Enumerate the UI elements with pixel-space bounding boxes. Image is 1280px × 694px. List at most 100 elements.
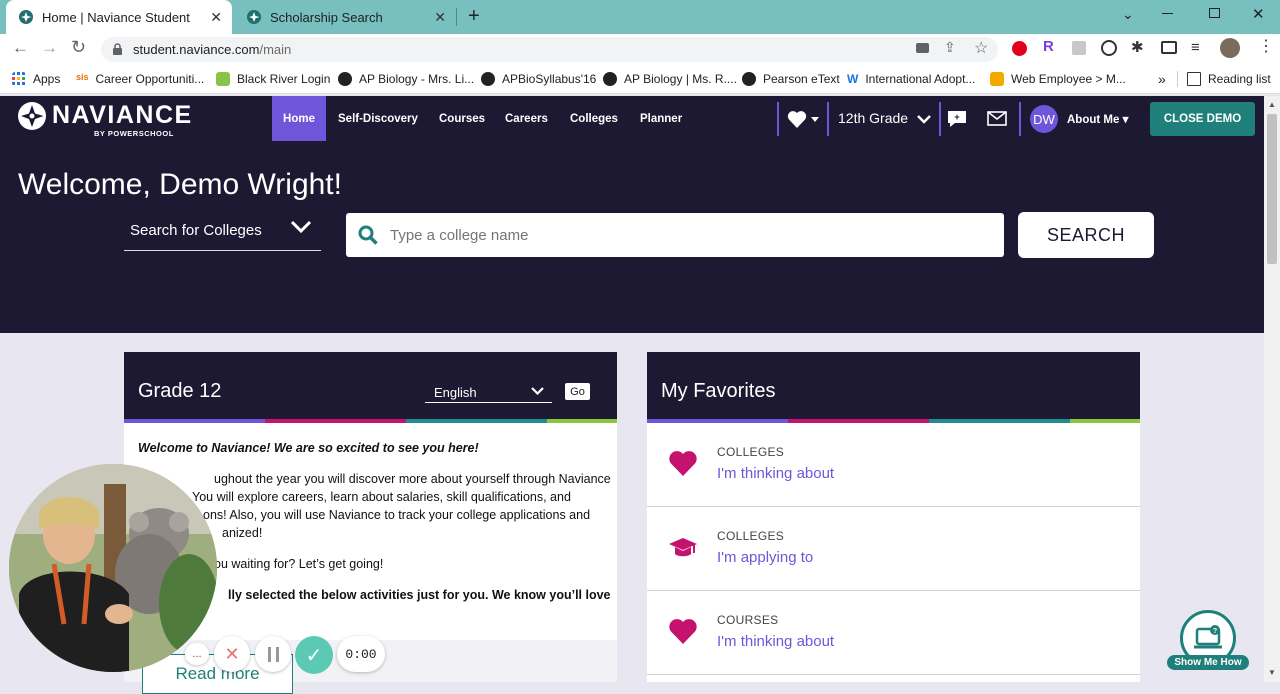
graduation-cap-icon: [669, 538, 697, 557]
finish-recording-icon[interactable]: ✓: [295, 636, 333, 674]
bookmark-pearson[interactable]: Pearson eText: [742, 64, 840, 94]
sis-favicon-icon: sis: [76, 72, 89, 82]
favorite-link[interactable]: I'm thinking about: [717, 633, 834, 650]
bookmark-label: AP Biology | Ms. R....: [624, 72, 737, 86]
bookmarks-overflow[interactable]: »: [1158, 64, 1166, 94]
restore-icon[interactable]: [1209, 8, 1220, 18]
brand-name: NAVIANCE: [52, 101, 193, 129]
mail-icon[interactable]: [987, 111, 1007, 126]
cast-icon[interactable]: [1161, 41, 1177, 54]
user-avatar[interactable]: DW: [1030, 105, 1058, 133]
apps-grid-icon: [12, 72, 25, 85]
body-line-4: anized!: [222, 526, 263, 540]
bookmark-international[interactable]: W International Adopt...: [847, 64, 975, 94]
profile-avatar[interactable]: [1220, 38, 1240, 58]
search-button[interactable]: SEARCH: [1018, 212, 1154, 258]
puzzle-icon[interactable]: ✱: [1131, 38, 1144, 56]
intro-text: Welcome to Naviance! We are so excited t…: [138, 441, 479, 455]
scroll-up-icon[interactable]: ▲: [1268, 100, 1276, 109]
heart-icon: [787, 111, 819, 128]
pause-icon[interactable]: [255, 636, 291, 672]
bookmark-career[interactable]: sis Career Opportuniti...: [76, 64, 204, 94]
tab-home[interactable]: Home | Naviance Student ✕: [6, 0, 232, 34]
grey-extension-icon[interactable]: [1072, 41, 1086, 55]
r-extension-icon[interactable]: R: [1043, 38, 1054, 55]
favorite-row[interactable]: COLLEGES I'm thinking about: [647, 423, 1140, 507]
nav-divider: [777, 102, 779, 136]
reading-list[interactable]: Reading list: [1187, 64, 1271, 94]
grade-selector[interactable]: 12th Grade: [838, 110, 908, 126]
minimize-icon[interactable]: [1162, 13, 1173, 14]
scrollbar-thumb[interactable]: [1267, 114, 1277, 264]
bookmark-label: International Adopt...: [865, 72, 976, 86]
url-host: student.naviance.com: [133, 42, 260, 57]
recorder-more-button[interactable]: ...: [185, 643, 209, 665]
bookmark-apbiosyllabus[interactable]: APBioSyllabus'16: [481, 64, 596, 94]
nav-divider: [827, 102, 829, 136]
scroll-down-icon[interactable]: ▼: [1268, 668, 1276, 677]
language-select[interactable]: English: [425, 380, 552, 403]
laptop-help-icon: ?: [1194, 625, 1222, 649]
globe-icon: [338, 72, 352, 86]
webcam-bubble[interactable]: [9, 464, 217, 672]
favorite-row[interactable]: COURSES I'm thinking about: [647, 591, 1140, 675]
favorite-category: COLLEGES: [717, 529, 785, 543]
nav-courses[interactable]: Courses: [427, 96, 497, 141]
grade-card-title: Grade 12: [138, 380, 222, 402]
college-search-input[interactable]: [390, 224, 990, 246]
back-icon[interactable]: ←: [12, 38, 29, 58]
favorite-link[interactable]: I'm thinking about: [717, 465, 834, 482]
page-scrollbar[interactable]: ▲ ▼: [1264, 96, 1280, 682]
reload-icon[interactable]: ↻: [71, 37, 86, 58]
tab-divider: [456, 8, 457, 26]
nav-careers[interactable]: Careers: [493, 96, 560, 141]
tab-search-icon[interactable]: ⌄: [1122, 6, 1134, 23]
favorite-link[interactable]: I'm applying to: [717, 549, 813, 566]
favorites-menu[interactable]: [787, 108, 821, 130]
nav-self-discovery[interactable]: Self-Discovery: [326, 96, 430, 141]
nav-planner[interactable]: Planner: [628, 96, 694, 141]
nav-divider: [939, 102, 941, 136]
welcome-heading: Welcome, Demo Wright!: [18, 168, 342, 201]
menu-icon[interactable]: ⋮: [1258, 36, 1274, 56]
college-search-box[interactable]: [346, 213, 1004, 257]
forward-icon[interactable]: →: [41, 38, 58, 58]
close-demo-button[interactable]: CLOSE DEMO: [1150, 102, 1255, 136]
nav-home[interactable]: Home: [272, 96, 326, 141]
bookmark-star-icon[interactable]: ☆: [974, 38, 988, 58]
body-line-5: ou waiting for? Let’s get going!: [214, 557, 384, 571]
favorite-row[interactable]: COLLEGES I'm applying to: [647, 507, 1140, 591]
url-field[interactable]: student.naviance.com/main ⇪ ☆: [101, 37, 998, 62]
new-tab-icon[interactable]: +: [468, 5, 480, 28]
bookmark-ap-bio-r[interactable]: AP Biology | Ms. R....: [603, 64, 737, 94]
tab-scholarship[interactable]: Scholarship Search ✕: [234, 0, 456, 34]
bookmark-web-employee[interactable]: Web Employee > M...: [990, 64, 1126, 94]
nav-colleges[interactable]: Colleges: [558, 96, 630, 141]
bookmark-black-river[interactable]: Black River Login: [216, 64, 330, 94]
close-window-icon[interactable]: ✕: [1252, 5, 1265, 23]
cancel-recording-icon[interactable]: ✕: [214, 636, 250, 672]
naviance-logo[interactable]: [17, 101, 47, 131]
globe-icon: [603, 72, 617, 86]
chevron-down-icon[interactable]: [917, 114, 931, 124]
chat-extension-icon[interactable]: [1101, 40, 1117, 56]
language-go-button[interactable]: Go: [565, 383, 590, 400]
naviance-favicon-icon: [19, 10, 33, 24]
bookmark-ap-bio-li[interactable]: AP Biology - Mrs. Li...: [338, 64, 474, 94]
media-queue-icon[interactable]: ≡: [1191, 39, 1200, 56]
search-type-dropdown[interactable]: Search for Colleges: [124, 212, 321, 251]
about-me-menu[interactable]: About Me ▾: [1067, 112, 1128, 126]
close-tab-icon[interactable]: ✕: [210, 9, 222, 26]
camera-icon[interactable]: [916, 43, 929, 53]
close-tab-icon[interactable]: ✕: [434, 9, 446, 26]
bookmark-label: Apps: [33, 72, 61, 86]
favorites-title: My Favorites: [661, 380, 776, 402]
employee-favicon-icon: [990, 72, 1004, 86]
show-me-how-label[interactable]: Show Me How: [1167, 655, 1249, 670]
opera-extension-icon[interactable]: [1012, 41, 1027, 56]
compass-star-icon: [18, 102, 46, 130]
bookmark-apps[interactable]: Apps: [12, 64, 60, 94]
share-icon[interactable]: ⇪: [944, 39, 956, 56]
chat-alert-icon[interactable]: +: [946, 109, 968, 129]
favorites-card: My Favorites COLLEGES I'm thinking about…: [647, 352, 1140, 682]
